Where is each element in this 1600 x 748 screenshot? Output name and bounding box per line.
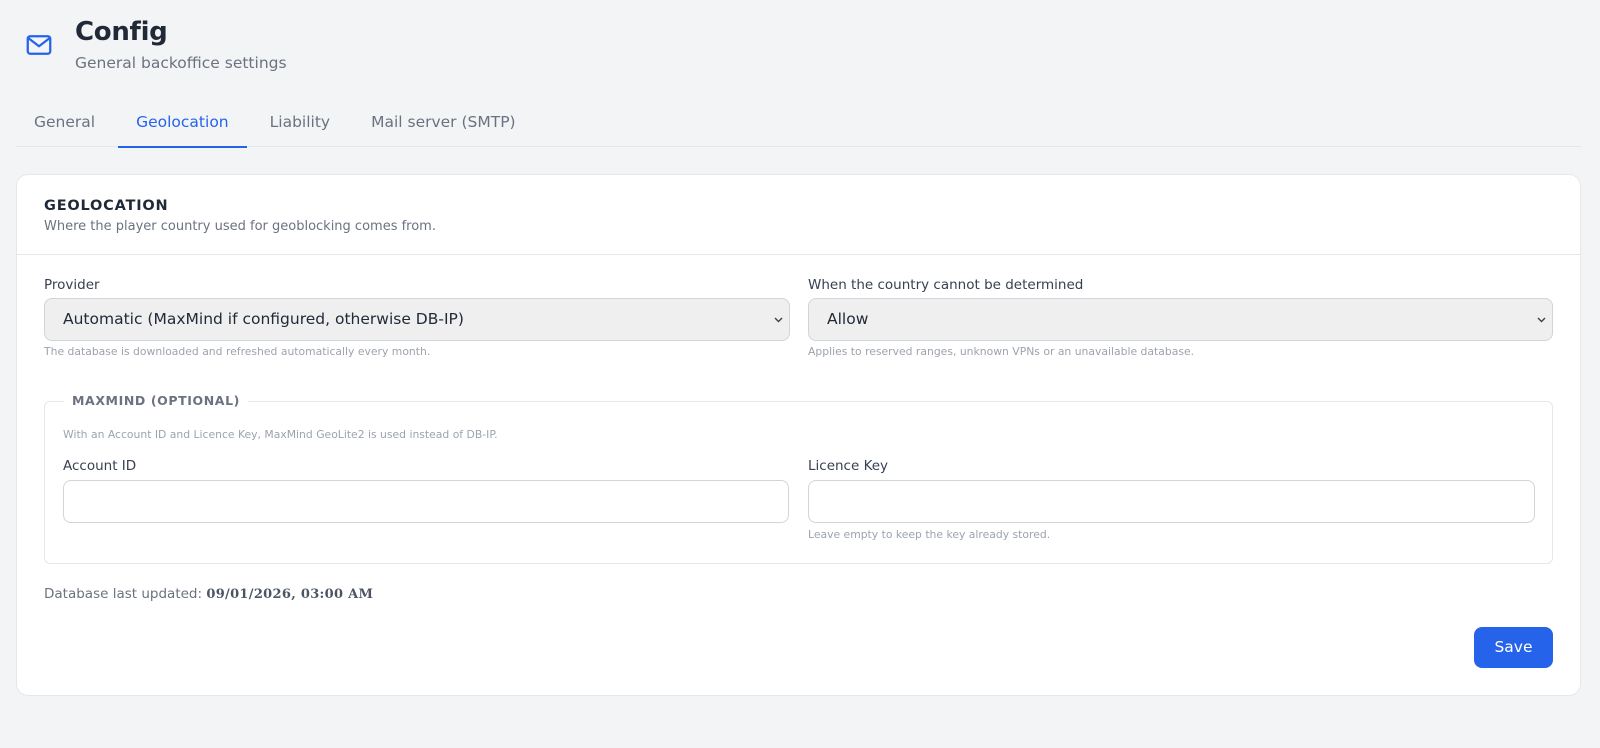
licence-key-help: Leave empty to keep the key already stor… (808, 528, 1051, 541)
chevron-down-icon (1536, 299, 1546, 340)
maxmind-note: With an Account ID and Licence Key, MaxM… (63, 428, 498, 441)
fallback-label: When the country cannot be determined (808, 277, 1084, 293)
tab-general[interactable]: General (16, 104, 113, 147)
page-header: Config General backoffice settings (24, 16, 287, 73)
fallback-select-value: Allow (827, 310, 869, 328)
geolocation-card: GEOLOCATION Where the player country use… (16, 174, 1581, 696)
account-id-label: Account ID (63, 458, 137, 474)
tab-bar: General Geolocation Liability Mail serve… (16, 104, 1581, 148)
mail-icon (26, 35, 52, 55)
section-title: GEOLOCATION (44, 198, 169, 214)
fallback-select[interactable]: Allow (808, 298, 1553, 341)
provider-label: Provider (44, 277, 100, 293)
database-last-updated: Database last updated: 09/01/2026, 03:00… (44, 585, 373, 604)
chevron-down-icon (773, 299, 783, 340)
tab-mail-server[interactable]: Mail server (SMTP) (353, 104, 534, 147)
db-updated-value: 09/01/2026, 03:00 AM (206, 587, 374, 602)
licence-key-input[interactable] (808, 480, 1535, 523)
licence-key-label: Licence Key (808, 458, 889, 474)
db-updated-label: Database last updated: (44, 586, 203, 602)
tab-liability[interactable]: Liability (252, 104, 348, 147)
card-header: GEOLOCATION Where the player country use… (17, 175, 1580, 255)
provider-help: The database is downloaded and refreshed… (44, 345, 431, 358)
provider-select[interactable]: Automatic (MaxMind if configured, otherw… (44, 298, 790, 341)
tab-geolocation[interactable]: Geolocation (118, 104, 247, 148)
account-id-input[interactable] (63, 480, 789, 523)
fallback-help: Applies to reserved ranges, unknown VPNs… (808, 345, 1195, 358)
page-title: Config (75, 17, 168, 47)
section-description: Where the player country used for geoblo… (44, 219, 436, 234)
save-button[interactable]: Save (1474, 627, 1553, 668)
maxmind-legend: MAXMIND (OPTIONAL) (64, 393, 248, 409)
provider-select-value: Automatic (MaxMind if configured, otherw… (63, 310, 464, 328)
maxmind-fieldset: MAXMIND (OPTIONAL) With an Account ID an… (44, 393, 1553, 564)
page-subtitle: General backoffice settings (75, 54, 287, 72)
